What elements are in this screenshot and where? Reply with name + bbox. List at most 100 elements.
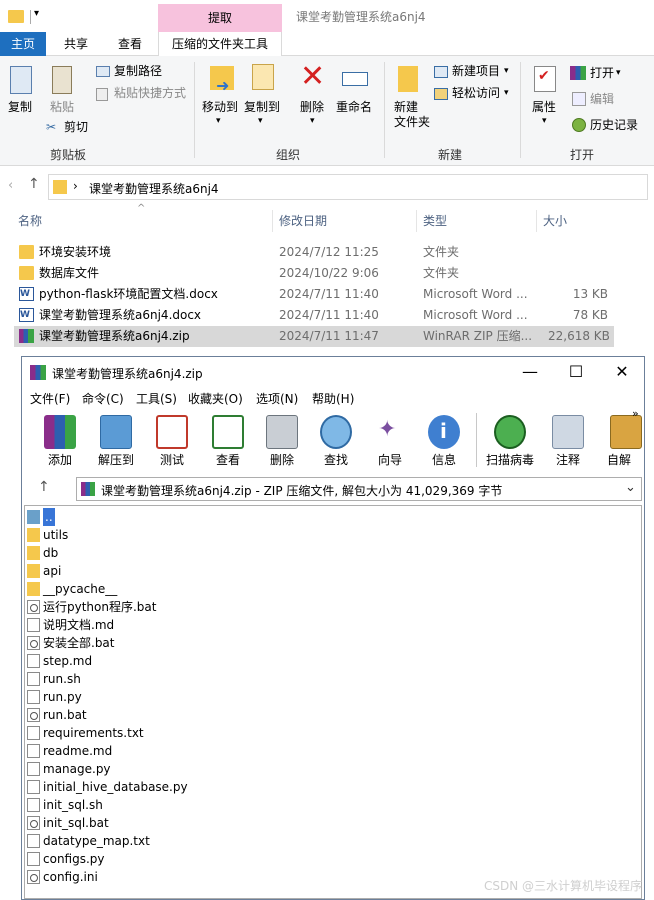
list-item-name: 安装全部.bat	[43, 636, 115, 650]
new-item-button[interactable]: 新建项目	[452, 64, 500, 79]
copy-icon	[10, 66, 32, 94]
list-item[interactable]: __pycache__	[25, 580, 641, 598]
copy-to-icon	[252, 64, 274, 90]
checkmark-icon: ✔	[538, 68, 550, 84]
list-item[interactable]: readme.md	[25, 742, 641, 760]
list-item[interactable]: manage.py	[25, 760, 641, 778]
more-chevron-icon[interactable]: »	[632, 407, 639, 420]
file-icon	[27, 726, 40, 740]
column-header-type[interactable]: 类型	[423, 208, 447, 234]
menu-file[interactable]: 文件(F)	[30, 390, 70, 407]
list-item[interactable]: run.sh	[25, 670, 641, 688]
list-item[interactable]: step.md	[25, 652, 641, 670]
paste-shortcut-button[interactable]: 粘贴快捷方式	[114, 86, 186, 101]
list-item[interactable]: api	[25, 562, 641, 580]
menu-options[interactable]: 选项(N)	[256, 390, 298, 407]
tab-compressed-folder-tools[interactable]: 压缩的文件夹工具	[158, 32, 282, 56]
add-label: 添加	[47, 453, 72, 467]
column-header-name[interactable]: 名称	[18, 208, 42, 234]
list-item[interactable]: ..	[25, 508, 641, 526]
list-item[interactable]: 说明文档.md	[25, 616, 641, 634]
archive-file-list[interactable]: .. utils db api __pycache__ 运行python程序.bat 说明文…	[24, 505, 642, 899]
context-tab-extract[interactable]: 提取	[158, 4, 282, 32]
chevron-down-icon[interactable]: ⌄	[625, 480, 636, 495]
up-arrow-icon[interactable]: ↑	[38, 479, 50, 495]
open-group-label: 打开	[570, 148, 595, 162]
folder-icon	[19, 245, 34, 259]
easy-access-button[interactable]: 轻松访问	[452, 86, 500, 101]
breadcrumb[interactable]: 课堂考勤管理系统a6nj4	[89, 180, 219, 197]
menu-help[interactable]: 帮助(H)	[312, 390, 354, 407]
minimize-icon[interactable]: —	[510, 361, 550, 383]
column-separator	[416, 210, 417, 232]
maximize-icon[interactable]: ☐	[556, 361, 596, 383]
file-row[interactable]: 环境安装环境 2024/7/12 11:25 文件夹	[14, 242, 614, 263]
list-item[interactable]: 安装全部.bat	[25, 634, 641, 652]
list-item[interactable]: init_sql.sh	[25, 796, 641, 814]
test-button[interactable]: 测试	[144, 409, 200, 471]
delete-button[interactable]: 删除	[254, 409, 310, 471]
rename-button[interactable]: 重命名	[336, 100, 372, 115]
extract-to-label: 解压到	[97, 453, 134, 467]
copy-button[interactable]: 复制	[8, 100, 32, 115]
quick-access-dropdown-icon[interactable]: ▾	[34, 8, 39, 19]
tab-view[interactable]: 查看	[104, 32, 156, 56]
comment-button[interactable]: 注释	[540, 409, 596, 471]
list-item[interactable]: datatype_map.txt	[25, 832, 641, 850]
tab-share[interactable]: 共享	[50, 32, 102, 56]
file-explorer-window: ▾ 提取 课堂考勤管理系统a6nj4 主页 共享 查看 压缩的文件夹工具 复制 …	[0, 0, 654, 360]
menu-tools[interactable]: 工具(S)	[136, 390, 177, 407]
column-header-date[interactable]: 修改日期	[279, 208, 327, 234]
list-item[interactable]: init_sql.bat	[25, 814, 641, 832]
easy-access-icon	[434, 88, 448, 100]
properties-button[interactable]: 属性	[532, 100, 556, 115]
tab-home[interactable]: 主页	[0, 32, 46, 56]
new-folder-button[interactable]: 新建 文件夹	[394, 100, 430, 130]
file-date: 2024/7/11 11:40	[279, 308, 379, 322]
file-row[interactable]: python-flask环境配置文档.docx 2024/7/11 11:40 …	[14, 284, 614, 305]
menu-commands[interactable]: 命令(C)	[82, 390, 124, 407]
list-item[interactable]: run.bat	[25, 706, 641, 724]
find-button[interactable]: 查找	[308, 409, 364, 471]
view-button[interactable]: 查看	[200, 409, 256, 471]
close-icon[interactable]: ✕	[602, 361, 642, 383]
paste-button[interactable]: 粘贴	[50, 100, 74, 115]
open-button[interactable]: 打开	[590, 66, 614, 81]
list-item[interactable]: configs.py	[25, 850, 641, 868]
arrow-icon: ➜	[216, 76, 230, 95]
wizard-button[interactable]: ✦ 向导	[362, 409, 418, 471]
folder-icon	[27, 546, 40, 560]
list-item[interactable]: db	[25, 544, 641, 562]
list-item[interactable]: run.py	[25, 688, 641, 706]
back-icon[interactable]: ‹	[8, 178, 13, 193]
list-item[interactable]: initial_hive_database.py	[25, 778, 641, 796]
delete-button[interactable]: 删除	[300, 100, 324, 115]
edit-icon	[572, 92, 586, 106]
up-arrow-icon[interactable]: ↑	[28, 176, 40, 192]
scan-virus-button[interactable]: 扫描病毒	[482, 409, 538, 471]
address-bar[interactable]: › 课堂考勤管理系统a6nj4	[48, 174, 648, 200]
archive-path-field[interactable]: 课堂考勤管理系统a6nj4.zip - ZIP 压缩文件, 解包大小为 41,0…	[76, 477, 642, 501]
file-date: 2024/10/22 9:06	[279, 266, 379, 280]
list-item[interactable]: 运行python程序.bat	[25, 598, 641, 616]
file-row-selected[interactable]: 课堂考勤管理系统a6nj4.zip 2024/7/11 11:47 WinRAR…	[14, 326, 614, 347]
column-header-size[interactable]: 大小	[543, 208, 567, 234]
rename-icon	[342, 72, 368, 86]
extract-to-button[interactable]: 解压到	[88, 409, 144, 471]
history-button[interactable]: 历史记录	[590, 118, 638, 133]
info-button[interactable]: i 信息	[416, 409, 472, 471]
file-row[interactable]: 数据库文件 2024/10/22 9:06 文件夹	[14, 263, 614, 284]
list-item[interactable]: requirements.txt	[25, 724, 641, 742]
add-button[interactable]: 添加	[32, 409, 88, 471]
copy-path-button[interactable]: 复制路径	[114, 64, 162, 79]
copy-to-button[interactable]: 复制到	[244, 100, 280, 115]
batch-file-icon	[27, 816, 40, 830]
edit-button[interactable]: 编辑	[590, 92, 614, 107]
move-to-button[interactable]: 移动到	[202, 100, 238, 115]
file-type: Microsoft Word ...	[423, 308, 528, 322]
list-item[interactable]: utils	[25, 526, 641, 544]
menu-favorites[interactable]: 收藏夹(O)	[188, 390, 243, 407]
file-row[interactable]: 课堂考勤管理系统a6nj4.docx 2024/7/11 11:40 Micro…	[14, 305, 614, 326]
cut-button[interactable]: 剪切	[64, 120, 88, 135]
list-item-name: utils	[43, 528, 69, 542]
